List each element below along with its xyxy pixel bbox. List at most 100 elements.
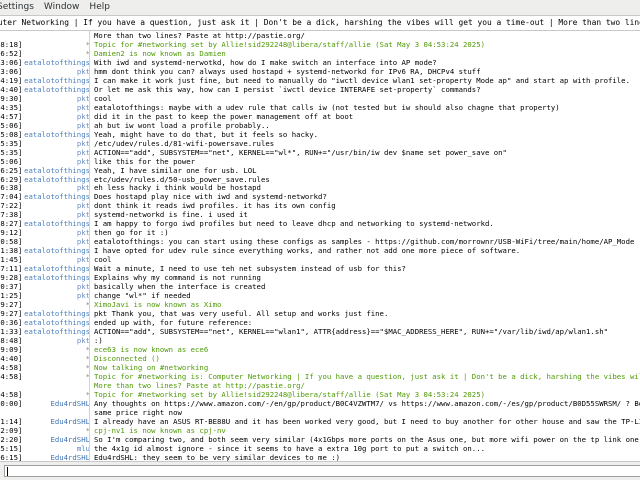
timestamp: 48:48] [0, 335, 23, 345]
nick[interactable]: eatalotofthings [24, 175, 90, 184]
message-text: Topic for #networking is: Computer Netwo… [94, 371, 640, 381]
timestamp: 49:30] [0, 93, 23, 103]
chat-line: 44:19]eatalotofthingsI can make it work … [0, 76, 640, 85]
chat-line: 19:28]eatalotofthingsExplains why my com… [0, 273, 640, 282]
chat-line: 40:00] Edu4rdSHL Any thoughts on https://w… [0, 399, 640, 408]
menu-settings[interactable]: Settings [0, 0, 39, 15]
input-bar [0, 461, 640, 480]
nick[interactable]: eatalotofthings [24, 327, 90, 336]
nick[interactable]: Edu4rdSHL [50, 453, 90, 461]
chat-line: 34:58]*Topic for #networking is: Compute… [0, 372, 640, 381]
chat-line: 55:08]eatalotofthingsYeah, might have to… [0, 130, 640, 139]
chat-line: 46:15] Edu4rdSHL Edu4rdSHL: they seem to b… [0, 453, 640, 461]
text-cursor [7, 467, 8, 476]
message-text: change "wl*" if needed [94, 291, 191, 301]
nick[interactable]: eatalotofthings [24, 309, 90, 318]
message-text: eatalotofthings: maybe with a udev rule … [94, 102, 560, 112]
timestamp: 54:35] [0, 102, 23, 112]
message-text: systemd-networkd is fine. i used it [94, 210, 248, 220]
message-text: Disconnected () [94, 353, 160, 363]
chat-line: 11:38]eatalotofthingsI have opted for ud… [0, 246, 640, 255]
chat-line: 10:58]pkteatalotofthings: you can start … [0, 237, 640, 246]
timestamp: 10:58] [0, 237, 23, 247]
chat-line: 57:38]pktsystemd-networkd is fine. i use… [0, 210, 640, 219]
nick[interactable]: Edu4rdSHL [50, 417, 90, 426]
nick[interactable]: eatalotofthings [24, 273, 90, 282]
timestamp: 46:15] [0, 452, 23, 461]
nick[interactable]: eatalotofthings [24, 192, 90, 201]
nick[interactable]: eatalotofthings [24, 264, 90, 273]
chat-line: 45:15]mluthe 4x1g id almost ignore - sin… [0, 444, 640, 453]
chat-line: 55:35]pkt /etc/udev/rules.d/81-wifi-powe… [0, 139, 640, 148]
message-text: :) [94, 335, 103, 345]
chat-line: 33:06]eatalotofthingsWith iwd and system… [0, 58, 640, 67]
topic-bar[interactable]: puter Networking | If you have a questio… [0, 15, 640, 31]
timestamp: 57:38] [0, 210, 23, 220]
chat-line: 58:27]eatalotofthingsI am happy to forgo… [0, 219, 640, 228]
chat-line: 11:45]pktcool [0, 255, 640, 264]
menu-help[interactable]: Help [84, 0, 115, 15]
nick[interactable]: eatalotofthings [24, 85, 90, 94]
chat-line: More than two lines? Paste at http://pas… [0, 31, 640, 40]
message-text: basically when the interface is created [94, 282, 266, 292]
message-text: like this for the power [94, 156, 196, 166]
nick[interactable]: eatalotofthings [24, 76, 90, 85]
timestamp: 39:27] [0, 300, 23, 310]
nick[interactable]: Edu4rdSHL [50, 435, 90, 444]
message-text: Explains why my command is not running [94, 273, 261, 283]
timestamp: 34:58] [0, 371, 23, 381]
message-text: Any thoughts on https://www.amazon.com/-… [94, 398, 640, 408]
message-text: Yeah, might have to do that, but it feel… [94, 129, 319, 139]
chat-line: 54:35]pkteatalotofthings: maybe with a u… [0, 103, 640, 112]
message-text: Topic for #networking set by Allie!sid29… [94, 389, 485, 399]
chat-line: 19:09]*ece63 is now known as ece6 [0, 345, 640, 354]
message-text: Yeah, I have similar one for usb. LOL [94, 165, 257, 175]
menu-window[interactable]: Window [39, 0, 85, 15]
message-text: pkt Thank you, that was very useful. All… [94, 309, 389, 319]
message-text: I have opted for udev rule since everyth… [94, 246, 521, 256]
message-text: ACTION=="add", SUBSYSTEM=="net", KERNEL=… [94, 147, 507, 157]
chat-line: 33:06]pkthmm dont think you can? always … [0, 67, 640, 76]
message-text: cpj-nv1 is now known as cpj-nv [94, 425, 226, 435]
nick[interactable]: eatalotofthings [24, 318, 90, 327]
message-text: ah but iw wont load a profile probably.. [94, 120, 270, 130]
message-text: Does hostapd play nice with iwd and syst… [94, 192, 327, 202]
chat-log[interactable]: More than two lines? Paste at http://pas… [0, 31, 640, 461]
message-text: then go for it :) [94, 228, 169, 238]
nick[interactable]: eatalotofthings [24, 219, 90, 228]
timestamp: 42:20] [0, 434, 23, 444]
chat-line: 55:06]pktah but iw wont load a profile p… [0, 121, 640, 130]
chat-line: 49:30]pktcool [0, 94, 640, 103]
message-text: did it in the past to keep the power man… [94, 111, 354, 121]
chat-line: 41:14] Edu4rdSHL I already have an ASUS RT… [0, 417, 640, 426]
nick[interactable]: eatalotofthings [24, 166, 90, 175]
chat-line: More than two lines? Paste at http://pas… [0, 381, 640, 390]
message-text: ece63 is now known as ece6 [94, 344, 209, 354]
message-text: With iwd and systemd-nerwotkd, how do I … [94, 57, 437, 67]
message-text: ended up with, for future reference: [94, 318, 253, 328]
message-text: Now talking on #networking [94, 362, 209, 372]
message-text: the 4x1g id almost ignore - since it see… [94, 443, 485, 453]
nick[interactable]: eatalotofthings [24, 58, 90, 67]
chat-line: 56:38]pkteh less hacky i think would be … [0, 183, 640, 192]
chat-line: 39:27]eatalotofthingspkt Thank you, that… [0, 309, 640, 318]
chat-line: 26:52]*Damien2 is now known as Damien [0, 49, 640, 58]
chat-line: 40:36]eatalotofthingsended up with, for … [0, 318, 640, 327]
timestamp: 42:09] [0, 425, 23, 435]
chat-line: 56:25]eatalotofthingsYeah, I have simila… [0, 166, 640, 175]
message-text: dont think it reads iwd profiles. it has… [94, 201, 336, 211]
timestamp: 45:15] [0, 443, 23, 453]
nick[interactable]: Edu4rdSHL [50, 399, 90, 408]
timestamp: 41:14] [0, 416, 23, 426]
timestamp: 55:35] [0, 147, 23, 157]
message-input[interactable] [4, 465, 640, 477]
nick[interactable]: eatalotofthings [24, 246, 90, 255]
message-text: Topic for #networking set by Allie!sid29… [94, 39, 485, 49]
timestamp: 40:00] [0, 398, 23, 408]
timestamp: 11:45] [0, 255, 23, 265]
message-text: I am happy to forgo iwd profiles but nee… [94, 219, 494, 229]
chat-line: 39:27]*XimoJavi is now known as Ximo [0, 300, 640, 309]
nick[interactable]: eatalotofthings [24, 130, 90, 139]
message-text: Damien2 is now known as Damien [94, 48, 226, 58]
chat-line: 54:57]pktdid it in the past to keep the … [0, 112, 640, 121]
